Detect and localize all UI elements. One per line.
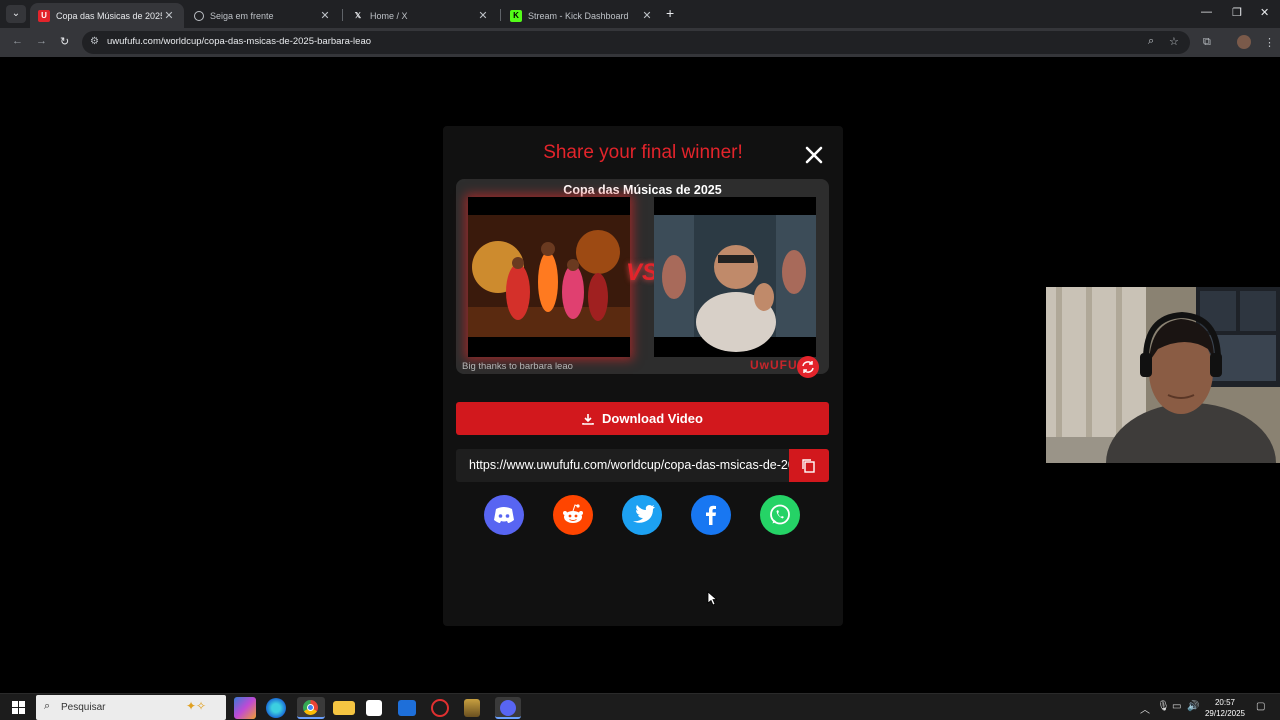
reddit-share-button[interactable]	[553, 495, 593, 535]
windows-taskbar: ⌕ Pesquisar ✦✧ ︿ 🎙 ▭ 🔊 20:57 29/12/2025 …	[0, 693, 1280, 720]
window-close-icon[interactable]: ✕	[1260, 6, 1269, 19]
close-tab-icon[interactable]: ✕	[476, 9, 490, 22]
network-icon[interactable]: ▭	[1172, 701, 1181, 712]
site-info-icon[interactable]: ⚙	[90, 36, 99, 47]
discord-app-icon[interactable]	[495, 697, 521, 719]
reddit-icon	[563, 504, 583, 523]
menu-kebab-icon[interactable]: ⋮	[1264, 36, 1275, 49]
uwufufu-favicon-icon: U	[38, 9, 50, 22]
tab-strip: ⌄ U Copa das Músicas de 2025 | Uw ✕ Seig…	[0, 0, 1280, 28]
card-title: Copa das Músicas de 2025	[563, 183, 722, 197]
discord-share-button[interactable]	[484, 495, 524, 535]
tray-chevron-icon[interactable]: ︿	[1140, 701, 1150, 716]
search-icon: ⌕	[44, 700, 51, 712]
copilot-app-icon[interactable]	[234, 697, 256, 719]
close-tab-icon[interactable]: ✕	[318, 9, 332, 22]
copy-icon	[802, 459, 815, 473]
system-clock[interactable]: 20:57 29/12/2025	[1204, 697, 1246, 719]
clock-time: 20:57	[1214, 698, 1236, 707]
download-video-button[interactable]: Download Video	[456, 402, 829, 435]
store-app-icon[interactable]	[366, 700, 382, 716]
kick-favicon-icon: K	[510, 9, 522, 22]
webcam-overlay	[1046, 287, 1280, 463]
facebook-icon	[706, 505, 716, 525]
extensions-icon[interactable]: ⧉	[1203, 36, 1211, 49]
volume-icon[interactable]: 🔊	[1187, 701, 1199, 712]
bookmark-star-icon[interactable]: ☆	[1169, 35, 1179, 48]
address-bar[interactable]: ⚙ uwufufu.com/worldcup/copa-das-msicas-d…	[82, 31, 1190, 54]
twitter-icon	[633, 505, 655, 523]
share-link-field[interactable]: https://www.uwufufu.com/worldcup/copa-da…	[456, 449, 829, 482]
tab-title: Home / X	[370, 10, 408, 21]
x-logo-icon: 𝕏	[354, 10, 362, 20]
back-arrow-icon[interactable]: ←	[12, 35, 23, 47]
left-video-thumbnail	[468, 197, 630, 357]
zoom-icon[interactable]: ⌕	[1148, 35, 1154, 48]
file-explorer-icon[interactable]	[333, 701, 355, 715]
taskbar-search-box[interactable]: ⌕ Pesquisar ✦✧	[36, 695, 226, 720]
tab-separator	[342, 9, 343, 21]
tab-kick-dashboard[interactable]: K Stream - Kick Dashboard ✕	[502, 3, 662, 28]
microphone-icon[interactable]: 🎙	[1157, 701, 1170, 712]
profile-avatar[interactable]	[1237, 35, 1251, 49]
new-tab-plus-icon[interactable]: +	[666, 6, 674, 20]
riot-app-icon[interactable]	[431, 699, 449, 717]
share-modal: Share your final winner! Copa das Música…	[443, 126, 843, 626]
refresh-icon[interactable]	[797, 356, 819, 378]
sparkle-icon: ✦✧	[186, 699, 207, 713]
mouse-cursor-icon	[707, 591, 717, 606]
tab-title: Stream - Kick Dashboard	[528, 10, 629, 21]
share-link-text[interactable]: https://www.uwufufu.com/worldcup/copa-da…	[469, 458, 791, 472]
copy-link-button[interactable]	[789, 449, 829, 482]
close-icon[interactable]	[803, 144, 825, 166]
discord-icon	[494, 507, 514, 523]
winner-card: Copa das Músicas de 2025 VS Big thanks t…	[456, 179, 829, 378]
download-icon	[582, 413, 594, 425]
tab-title: Seiga em frente	[210, 10, 274, 21]
close-tab-icon[interactable]: ✕	[162, 9, 176, 22]
facebook-share-button[interactable]	[691, 495, 731, 535]
twitter-share-button[interactable]	[622, 495, 662, 535]
whatsapp-share-button[interactable]	[760, 495, 800, 535]
mail-app-icon[interactable]	[398, 700, 416, 716]
credit-text: Big thanks to barbara leao	[462, 361, 573, 372]
tab-title: Copa das Músicas de 2025 | Uw	[56, 10, 162, 21]
tab-separator	[500, 9, 501, 21]
whatsapp-icon	[770, 504, 790, 525]
download-label: Download Video	[602, 411, 703, 426]
chrome-app-icon[interactable]	[297, 697, 325, 719]
tab-uwufufu[interactable]: U Copa das Músicas de 2025 | Uw ✕	[30, 3, 184, 28]
url-text[interactable]: uwufufu.com/worldcup/copa-das-msicas-de-…	[107, 36, 371, 47]
tab-search-button[interactable]: ⌄	[6, 5, 26, 23]
league-app-icon[interactable]	[464, 699, 480, 717]
minimize-icon[interactable]: —	[1201, 6, 1212, 18]
forward-arrow-icon[interactable]: →	[36, 35, 47, 47]
windows-start-icon[interactable]	[12, 701, 25, 714]
browser-toolbar: ← → ↻ ⚙ uwufufu.com/worldcup/copa-das-ms…	[0, 28, 1280, 57]
globe-icon	[194, 10, 204, 21]
reload-icon[interactable]: ↻	[60, 35, 69, 48]
close-tab-icon[interactable]: ✕	[640, 9, 654, 22]
edge-app-icon[interactable]	[266, 698, 286, 718]
modal-title: Share your final winner!	[543, 142, 743, 163]
clock-date: 29/12/2025	[1204, 709, 1246, 718]
tab-x-home[interactable]: 𝕏 Home / X ✕	[344, 3, 498, 28]
restore-icon[interactable]: ❐	[1232, 6, 1242, 19]
search-placeholder: Pesquisar	[61, 702, 106, 713]
tab-seiga[interactable]: Seiga em frente ✕	[186, 3, 340, 28]
right-video-thumbnail	[654, 197, 816, 357]
notifications-icon[interactable]: ▢	[1256, 701, 1265, 712]
